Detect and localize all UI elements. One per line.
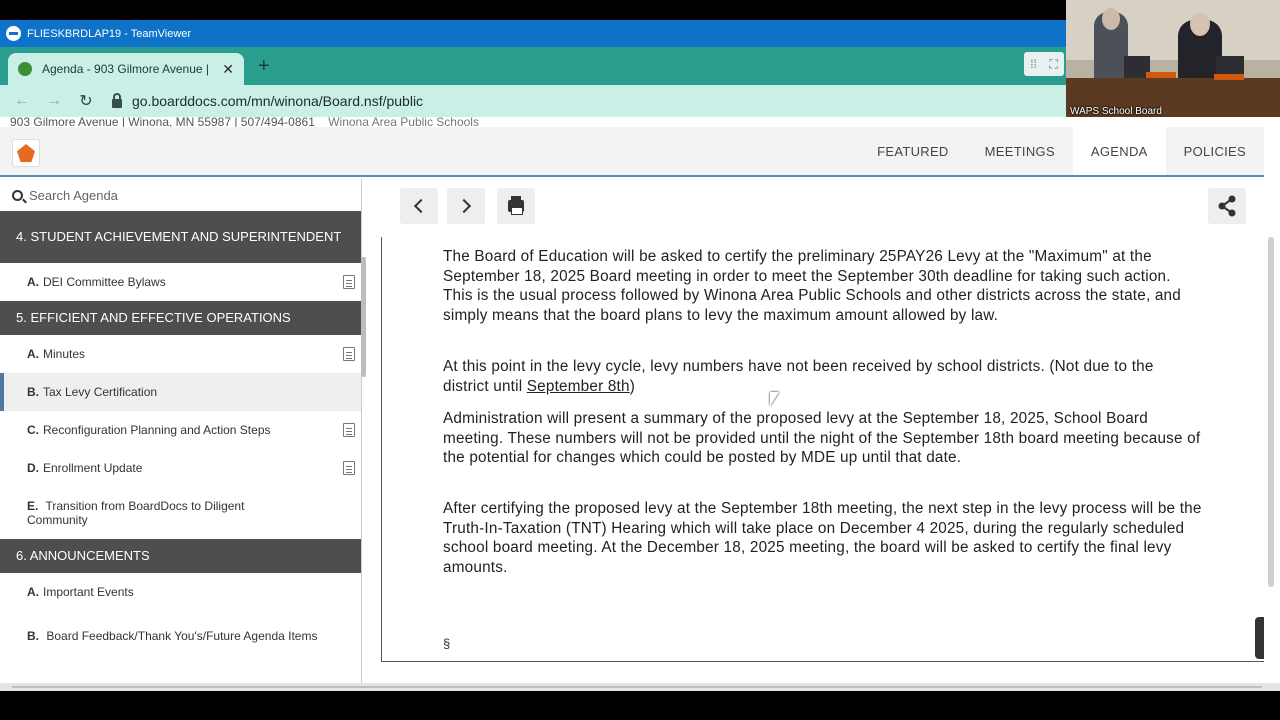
- item-text: E. Transition from BoardDocs to Diligent…: [27, 499, 277, 527]
- chevron-left-icon: [413, 198, 429, 214]
- item-letter: A.: [27, 347, 39, 361]
- page-scrollbar[interactable]: [1268, 237, 1274, 587]
- item-letter: A.: [27, 585, 39, 599]
- item-label: Minutes: [43, 347, 86, 361]
- section-5-header[interactable]: 5. EFFICIENT AND EFFECTIVE OPERATIONS: [0, 301, 361, 335]
- forward-button[interactable]: →: [38, 92, 70, 110]
- paragraph-2-end: ): [629, 377, 636, 395]
- agenda-item-5c[interactable]: C. Reconfiguration Planning and Action S…: [0, 411, 361, 449]
- tab-title: Agenda - 903 Gilmore Avenue | W: [42, 62, 213, 76]
- paragraph-1: The Board of Education will be asked to …: [443, 248, 1181, 324]
- reload-button[interactable]: ↻: [70, 91, 102, 111]
- boarddocs-page: 903 Gilmore Avenue | Winona, MN 55987 | …: [0, 117, 1280, 683]
- item-label: Enrollment Update: [43, 461, 143, 475]
- paragraph-4: After certifying the proposed levy at th…: [443, 500, 1202, 576]
- search-agenda[interactable]: Search Agenda: [0, 179, 361, 211]
- search-placeholder: Search Agenda: [29, 187, 118, 203]
- print-button[interactable]: [497, 188, 535, 224]
- window-controls[interactable]: ⁞⁞ ⛶: [1024, 52, 1064, 76]
- video-head-left: [1102, 8, 1120, 30]
- nav-policies[interactable]: POLICIES: [1166, 127, 1264, 175]
- item-letter: C.: [27, 423, 39, 437]
- september-8th-link[interactable]: September 8th: [527, 378, 630, 395]
- item-label: Tax Levy Certification: [43, 385, 158, 399]
- fullscreen-icon[interactable]: ⛶: [1049, 57, 1057, 72]
- agenda-sidebar: Search Agenda 4. STUDENT ACHIEVEMENT AND…: [0, 179, 362, 683]
- bottom-black-bar: [0, 691, 1280, 720]
- agenda-item-5a[interactable]: A. Minutes: [0, 335, 361, 373]
- share-button[interactable]: [1208, 188, 1246, 224]
- video-nameplate-right: [1214, 74, 1244, 80]
- paragraph-2: At this point in the levy cycle, levy nu…: [443, 357, 1203, 396]
- section-title: 5. EFFICIENT AND EFFECTIVE OPERATIONS: [16, 310, 291, 325]
- browser-tabstrip: Agenda - 903 Gilmore Avenue | W ✕ + ⁞⁞ ⛶: [0, 47, 1066, 85]
- item-label: Reconfiguration Planning and Action Step…: [43, 423, 271, 437]
- section-6-header[interactable]: 6. ANNOUNCEMENTS: [0, 539, 361, 573]
- close-tab-icon[interactable]: ✕: [222, 61, 234, 78]
- item-letter: B.: [27, 629, 39, 643]
- nav-agenda[interactable]: AGENDA: [1072, 127, 1166, 175]
- lock-icon: [112, 92, 122, 108]
- browser-tab[interactable]: Agenda - 903 Gilmore Avenue | W ✕: [8, 53, 244, 85]
- paragraph-3: Administration will present a summary of…: [443, 410, 1201, 466]
- document-icon: [343, 423, 355, 437]
- item-label: Important Events: [43, 585, 134, 599]
- teamviewer-title: FLIESKBRDLAP19 - TeamViewer: [27, 27, 192, 40]
- horizontal-scrollbar[interactable]: [12, 686, 1262, 688]
- section-title: 4. STUDENT ACHIEVEMENT AND SUPERINTENDEN…: [16, 229, 342, 244]
- nav-meetings[interactable]: MEETINGS: [967, 127, 1073, 175]
- item-label: Board Feedback/Thank You's/Future Agenda…: [46, 629, 318, 643]
- sidebar-scrollbar[interactable]: [361, 257, 366, 377]
- search-icon: [12, 189, 23, 201]
- section-title: 6. ANNOUNCEMENTS: [16, 548, 150, 563]
- document-icon: [343, 275, 355, 289]
- agenda-item-5b[interactable]: B. Tax Levy Certification: [0, 373, 361, 411]
- address-bar: ← → ↻ go.boarddocs.com/mn/winona/Board.n…: [0, 85, 1066, 117]
- side-tab-handle[interactable]: [1255, 617, 1264, 659]
- url-field[interactable]: go.boarddocs.com/mn/winona/Board.nsf/pub…: [112, 89, 1052, 113]
- share-icon: [1218, 195, 1236, 217]
- next-item-button[interactable]: [447, 188, 485, 224]
- tree-favicon-icon: [18, 62, 32, 76]
- item-letter: A.: [27, 275, 39, 289]
- district-logo-icon[interactable]: [12, 139, 40, 167]
- main-nav: FEATURED MEETINGS AGENDA POLICIES: [0, 127, 1264, 177]
- back-button[interactable]: ←: [6, 92, 38, 110]
- document-icon: [343, 461, 355, 475]
- agenda-item-4a[interactable]: A. DEI Committee Bylaws: [0, 263, 361, 301]
- chevron-right-icon: [456, 198, 472, 214]
- nav-featured[interactable]: FEATURED: [859, 127, 967, 175]
- item-label: Transition from BoardDocs to Diligent Co…: [27, 499, 245, 527]
- teamviewer-titlebar: FLIESKBRDLAP19 - TeamViewer: [0, 20, 1066, 47]
- agenda-content: The Board of Education will be asked to …: [381, 237, 1264, 662]
- nav-items: FEATURED MEETINGS AGENDA POLICIES: [859, 127, 1264, 175]
- agenda-item-6b[interactable]: B. Board Feedback/Thank You's/Future Age…: [0, 611, 361, 661]
- video-head-right: [1190, 12, 1210, 36]
- previous-item-button[interactable]: [400, 188, 438, 224]
- video-label: WAPS School Board: [1070, 106, 1162, 117]
- mouse-cursor-icon: [770, 392, 779, 406]
- item-letter: B.: [27, 385, 39, 399]
- agenda-item-5e[interactable]: E. Transition from BoardDocs to Diligent…: [0, 487, 361, 539]
- item-label: DEI Committee Bylaws: [43, 275, 166, 289]
- url-text: go.boarddocs.com/mn/winona/Board.nsf/pub…: [132, 93, 424, 109]
- logo-mark: [17, 144, 35, 162]
- section-sign: §: [443, 636, 451, 651]
- video-overlay: WAPS School Board: [1066, 0, 1280, 122]
- item-letter: E.: [27, 499, 39, 513]
- agenda-item-5d[interactable]: D. Enrollment Update: [0, 449, 361, 487]
- printer-icon: [508, 196, 524, 215]
- section-4-header[interactable]: 4. STUDENT ACHIEVEMENT AND SUPERINTENDEN…: [0, 211, 361, 263]
- video-nameplate-left: [1146, 72, 1176, 78]
- document-icon: [343, 347, 355, 361]
- item-text: B. Board Feedback/Thank You's/Future Age…: [27, 629, 327, 643]
- item-letter: D.: [27, 461, 39, 475]
- grid-icon[interactable]: ⁞⁞: [1030, 57, 1037, 71]
- agenda-item-6a[interactable]: A. Important Events: [0, 573, 361, 611]
- teamviewer-logo-icon: [6, 26, 21, 41]
- new-tab-button[interactable]: +: [258, 55, 270, 78]
